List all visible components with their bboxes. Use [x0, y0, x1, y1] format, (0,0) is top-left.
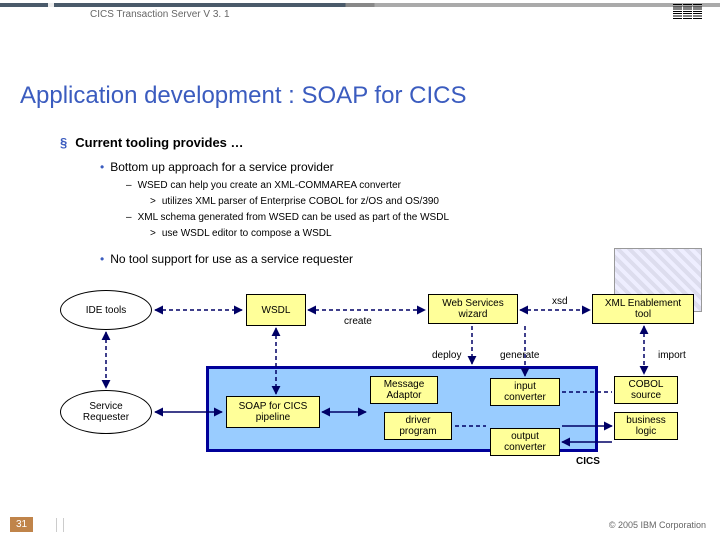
label-import: import — [658, 350, 686, 361]
bullet-level4: use WSDL editor to compose a WSDL — [150, 228, 332, 239]
soap-pipeline-node: SOAP for CICS pipeline — [226, 396, 320, 428]
bullet-level3: WSED can help you create an XML-COMMAREA… — [126, 180, 401, 191]
diagram-arrows — [0, 0, 720, 540]
bullet-level2: No tool support for use as a service req… — [100, 252, 353, 266]
label-create: create — [344, 316, 372, 327]
ide-tools-node: IDE tools — [60, 290, 152, 330]
footer-left: 31 — [10, 519, 37, 530]
bullet-level4: utilizes XML parser of Enterprise COBOL … — [150, 196, 439, 207]
bullet-level2: Bottom up approach for a service provide… — [100, 160, 334, 174]
header-rule — [0, 3, 720, 7]
output-converter-node: output converter — [490, 428, 560, 456]
message-adaptor-node: Message Adaptor — [370, 376, 438, 404]
label-generate: generate — [500, 350, 539, 361]
xml-enablement-tool-node: XML Enablement tool — [592, 294, 694, 324]
business-logic-node: business logic — [614, 412, 678, 440]
header-rule-gap — [48, 3, 54, 7]
service-requester-node: Service Requester — [60, 390, 152, 434]
bullet-level1: Current tooling provides … — [60, 135, 244, 150]
footer-tick — [56, 518, 64, 532]
label-deploy: deploy — [432, 350, 461, 361]
bullet-level3: XML schema generated from WSED can be us… — [126, 212, 449, 223]
page-number: 31 — [10, 517, 33, 532]
wsdl-node: WSDL — [246, 294, 306, 326]
label-cics: CICS — [576, 456, 600, 467]
cobol-source-node: COBOL source — [614, 376, 678, 404]
header-title: CICS Transaction Server V 3. 1 — [90, 9, 230, 20]
web-services-wizard-node: Web Services wizard — [428, 294, 518, 324]
slide-title: Application development : SOAP for CICS — [20, 82, 466, 110]
ibm-logo — [673, 4, 702, 20]
copyright: © 2005 IBM Corporation — [609, 520, 706, 530]
input-converter-node: input converter — [490, 378, 560, 406]
driver-program-node: driver program — [384, 412, 452, 440]
label-xsd: xsd — [552, 296, 568, 307]
